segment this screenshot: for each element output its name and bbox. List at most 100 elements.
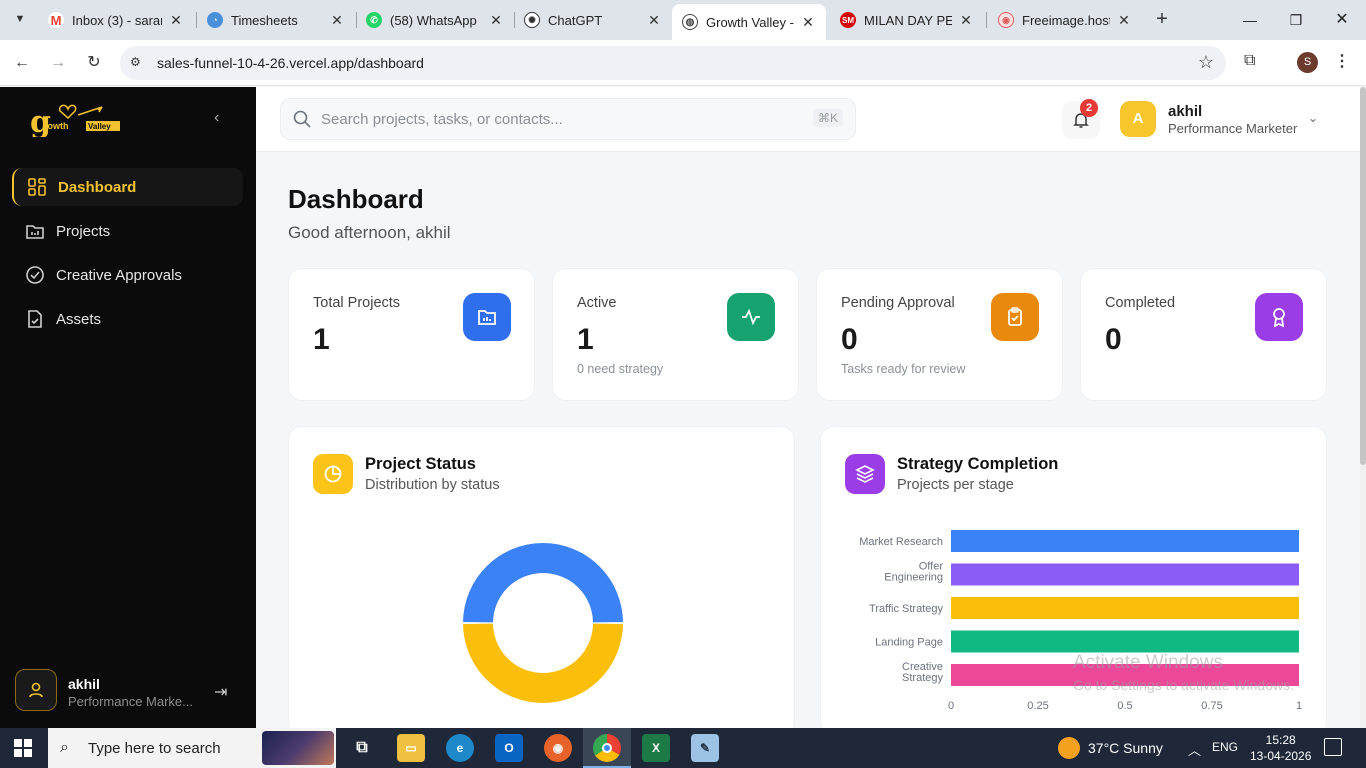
projects-icon xyxy=(26,225,44,239)
user-icon xyxy=(29,682,43,698)
browser-toolbar: ← → ↻ ⚙ sales-funnel-10-4-26.vercel.app/… xyxy=(0,40,1366,86)
tab-label: (58) WhatsApp xyxy=(390,12,477,28)
sidebar-item-projects[interactable]: Projects xyxy=(12,212,243,250)
app-sidebar: g rowth Valley ‹ Dashboard Projects Crea… xyxy=(0,87,256,728)
notepad-icon[interactable]: ✎ xyxy=(691,734,719,762)
globe-icon: ◍ xyxy=(682,14,698,30)
chevron-up-icon[interactable]: ︿ xyxy=(1188,740,1201,759)
assets-icon xyxy=(28,310,42,328)
chrome-icon[interactable] xyxy=(593,734,621,762)
bar-3[interactable] xyxy=(951,630,1299,653)
new-tab-button[interactable]: + xyxy=(1150,8,1174,32)
weather-text[interactable]: 37°C Sunny xyxy=(1088,740,1163,756)
tab-label: Timesheets xyxy=(231,12,298,28)
tab-label: Inbox (3) - saran xyxy=(72,12,162,28)
windows-start-icon[interactable] xyxy=(14,739,32,757)
stat-label: Pending Approval xyxy=(841,295,955,311)
bookmark-star-icon[interactable]: ☆ xyxy=(1198,52,1214,73)
folder-chart-icon xyxy=(463,293,511,341)
stat-value: 1 xyxy=(313,323,330,356)
x-tick-label: 0.5 xyxy=(1117,700,1132,712)
search-input[interactable]: Search projects, tasks, or contacts... ⌘… xyxy=(280,98,856,140)
taskbar-search-placeholder: Type here to search xyxy=(88,740,221,757)
taskbar-search[interactable]: ⌕ Type here to search xyxy=(48,728,336,768)
sidebar-item-label: Projects xyxy=(56,222,111,240)
project-status-card: Project Status Distribution by status xyxy=(288,426,795,736)
sidebar-item-label: Creative Approvals xyxy=(56,266,182,284)
timesheets-icon: ◔ xyxy=(207,12,223,28)
stat-card-active: Active 1 0 need strategy xyxy=(552,268,799,401)
minimize-icon[interactable]: — xyxy=(1238,8,1262,32)
reload-icon[interactable]: ↻ xyxy=(82,51,106,75)
tab-divider xyxy=(986,12,987,28)
stat-value: 1 xyxy=(577,323,594,356)
page-scrollbar[interactable] xyxy=(1360,87,1366,728)
sidebar-item-assets[interactable]: Assets xyxy=(12,300,243,338)
stat-label: Completed xyxy=(1105,295,1176,311)
site-info-icon[interactable]: ⚙ xyxy=(130,55,146,71)
restore-icon[interactable]: ❐ xyxy=(1284,8,1308,32)
notifications-button[interactable]: 2 xyxy=(1062,99,1100,139)
system-clock[interactable]: 15:28 13-04-2026 xyxy=(1250,732,1311,764)
tab-label: Growth Valley - I xyxy=(706,14,794,30)
bar-0[interactable] xyxy=(951,530,1299,552)
profile-avatar[interactable]: S xyxy=(1297,52,1318,73)
task-view-icon[interactable]: ⧉ xyxy=(348,734,376,762)
project-status-donut-chart xyxy=(463,542,623,704)
avatar[interactable] xyxy=(15,669,57,711)
tab-chatgpt[interactable]: ✺ ChatGPT ✕ xyxy=(514,4,672,36)
close-tab-icon[interactable]: ✕ xyxy=(800,14,816,30)
stat-card-completed: Completed 0 xyxy=(1080,268,1327,401)
y-tick-label: Market Research xyxy=(859,536,943,548)
user-menu[interactable]: A akhil Performance Marketer ⌄ xyxy=(1120,101,1330,139)
close-tab-icon[interactable]: ✕ xyxy=(488,12,504,28)
avatar: A xyxy=(1120,101,1156,137)
url-text[interactable]: sales-funnel-10-4-26.vercel.app/dashboar… xyxy=(157,55,424,71)
address-bar[interactable]: ⚙ sales-funnel-10-4-26.vercel.app/dashbo… xyxy=(120,46,1226,80)
edge-icon[interactable]: e xyxy=(446,734,474,762)
back-icon[interactable]: ← xyxy=(10,51,34,75)
close-window-icon[interactable]: ✕ xyxy=(1330,8,1354,32)
weather-sun-icon[interactable] xyxy=(1058,737,1080,759)
tab-search-button[interactable]: ▼ xyxy=(8,7,32,31)
scrollbar-thumb[interactable] xyxy=(1360,87,1366,465)
forward-icon[interactable]: → xyxy=(46,51,70,75)
donut-slice-0[interactable] xyxy=(463,542,623,623)
growth-valley-logo[interactable]: g rowth Valley xyxy=(30,101,122,137)
close-tab-icon[interactable]: ✕ xyxy=(168,12,184,28)
language-indicator[interactable]: ENG xyxy=(1212,740,1238,754)
tab-label: ChatGPT xyxy=(548,12,603,28)
logout-icon[interactable]: ⇥ xyxy=(214,682,227,702)
clock-date: 13-04-2026 xyxy=(1250,749,1312,763)
outlook-icon[interactable]: O xyxy=(495,734,523,762)
bar-1[interactable] xyxy=(951,563,1299,586)
collapse-sidebar-icon[interactable]: ‹ xyxy=(214,109,219,127)
notification-center-icon[interactable] xyxy=(1324,738,1342,756)
browser-tab-bar: ▼ M Inbox (3) - saran ✕ ◔ Timesheets ✕ ✆… xyxy=(0,0,1366,40)
stat-subtext: Tasks ready for review xyxy=(841,362,966,376)
excel-icon[interactable]: X xyxy=(642,734,670,762)
firefox-icon[interactable]: ◉ xyxy=(544,734,572,762)
search-icon: ⌕ xyxy=(60,739,69,756)
stat-subtext: 0 need strategy xyxy=(577,362,664,376)
tab-whatsapp[interactable]: ✆ (58) WhatsApp ✕ xyxy=(356,4,514,36)
close-tab-icon[interactable]: ✕ xyxy=(329,12,345,28)
extensions-icon[interactable]: ⧉ xyxy=(1244,52,1264,72)
sidebar-item-dashboard[interactable]: Dashboard xyxy=(12,168,243,206)
stat-value: 0 xyxy=(1105,323,1122,356)
close-tab-icon[interactable]: ✕ xyxy=(646,12,662,28)
tab-freeimage[interactable]: ◉ Freeimage.host - ✕ xyxy=(988,4,1142,36)
bar-2[interactable] xyxy=(951,597,1299,619)
sidebar-item-creative-approvals[interactable]: Creative Approvals xyxy=(12,256,243,294)
donut-slice-1[interactable] xyxy=(463,623,623,704)
close-tab-icon[interactable]: ✕ xyxy=(958,12,974,28)
tab-timesheets[interactable]: ◔ Timesheets ✕ xyxy=(197,4,355,36)
tab-gmail[interactable]: M Inbox (3) - saran ✕ xyxy=(38,4,194,36)
tab-growth-valley[interactable]: ◍ Growth Valley - I ✕ xyxy=(672,4,826,40)
browser-menu-icon[interactable]: ⋮ xyxy=(1334,51,1350,71)
svg-text:rowth: rowth xyxy=(44,121,69,131)
file-explorer-icon[interactable]: ▭ xyxy=(397,734,425,762)
close-tab-icon[interactable]: ✕ xyxy=(1116,12,1132,28)
tab-milan[interactable]: SM MILAN DAY PEN ✕ xyxy=(830,4,984,36)
clock-time: 15:28 xyxy=(1265,733,1296,747)
